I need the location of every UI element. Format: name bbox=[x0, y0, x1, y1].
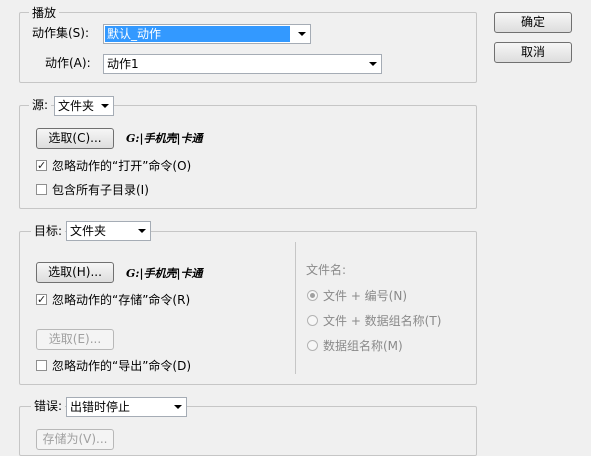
save-as-button[interactable]: 存储为(V)... bbox=[36, 429, 114, 450]
destination-type-select[interactable]: 文件夹 bbox=[66, 221, 151, 241]
chevron-down-icon bbox=[369, 62, 377, 66]
play-legend: 播放 bbox=[29, 5, 60, 21]
include-subfolders-label: 包含所有子目录(I) bbox=[52, 183, 149, 197]
action-value: 动作1 bbox=[107, 57, 139, 71]
override-save-label: 忽略动作的“存储”命令(R) bbox=[52, 293, 191, 307]
source-type-select[interactable]: 文件夹 bbox=[54, 96, 114, 116]
source-path: G:|手机壳|卡通 bbox=[126, 132, 203, 145]
filename-label: 文件名: bbox=[306, 263, 347, 277]
errors-value: 出错时停止 bbox=[70, 400, 131, 414]
destination-legend: 目标: bbox=[31, 223, 66, 239]
override-open-label: 忽略动作的“打开”命令(O) bbox=[52, 159, 192, 173]
checkbox-box bbox=[36, 184, 47, 195]
radio-dot bbox=[307, 340, 318, 351]
checkbox-box bbox=[36, 291, 47, 309]
chevron-down-icon bbox=[101, 104, 109, 108]
chevron-down-icon bbox=[174, 405, 182, 409]
destination-choose-e-button[interactable]: 选取(E)... bbox=[36, 329, 114, 350]
radio-file-number-label: 文件 + 编号(N) bbox=[323, 289, 408, 303]
cancel-button[interactable]: 取消 bbox=[494, 42, 572, 63]
destination-path: G:|手机壳|卡通 bbox=[126, 267, 203, 280]
destination-separator bbox=[295, 242, 296, 374]
errors-select[interactable]: 出错时停止 bbox=[66, 397, 187, 417]
action-set-label: 动作集(S): bbox=[32, 26, 90, 40]
action-label: 动作(A): bbox=[45, 56, 91, 70]
action-select[interactable]: 动作1 bbox=[103, 54, 382, 74]
checkbox-box bbox=[36, 157, 47, 175]
override-export-label: 忽略动作的“导出”命令(D) bbox=[52, 359, 192, 373]
ok-button[interactable]: 确定 bbox=[494, 12, 572, 33]
destination-type-value: 文件夹 bbox=[70, 224, 107, 238]
radio-dataset-name-label: 数据组名称(M) bbox=[323, 339, 403, 353]
chevron-down-icon bbox=[298, 32, 306, 36]
checkbox-box bbox=[36, 360, 47, 371]
source-legend: 源: bbox=[29, 97, 52, 113]
errors-legend: 错误: bbox=[31, 398, 66, 414]
radio-dot bbox=[307, 315, 318, 326]
source-type-value: 文件夹 bbox=[58, 99, 95, 113]
action-set-select[interactable]: 默认_动作 bbox=[103, 24, 311, 44]
destination-choose-button[interactable]: 选取(H)... bbox=[36, 262, 114, 283]
action-set-value: 默认_动作 bbox=[105, 26, 290, 42]
radio-dot bbox=[307, 290, 318, 301]
source-choose-button[interactable]: 选取(C)... bbox=[36, 128, 114, 149]
radio-file-dataset-label: 文件 + 数据组名称(T) bbox=[323, 314, 442, 328]
chevron-down-icon bbox=[138, 229, 146, 233]
